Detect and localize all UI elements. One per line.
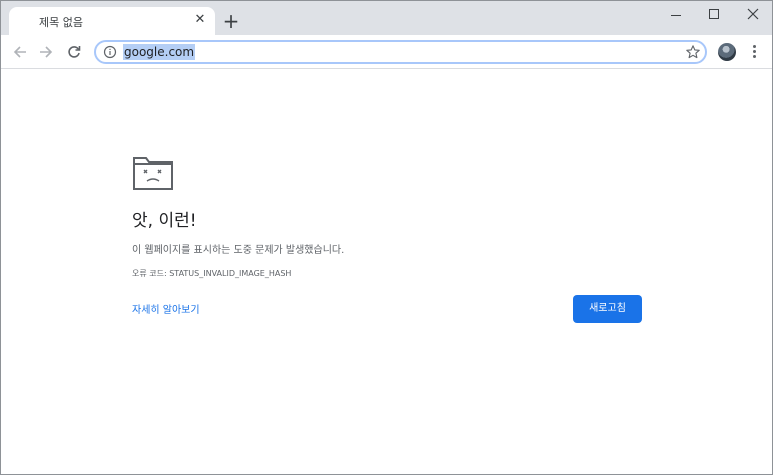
star-icon[interactable] (685, 44, 701, 60)
forward-button[interactable] (34, 40, 58, 64)
profile-avatar[interactable] (718, 43, 736, 61)
address-bar[interactable]: google.com (94, 40, 707, 64)
minimize-icon (671, 15, 681, 16)
close-window-button[interactable] (738, 4, 768, 26)
tab-title: 제목 없음 (39, 16, 83, 29)
error-code: 오류 코드: STATUS_INVALID_IMAGE_HASH (132, 269, 292, 278)
info-icon[interactable] (103, 45, 117, 59)
browser-window: 제목 없음 ✕ + google.com 앗, 이런! 이 웹페이지를 표시하는… (0, 0, 773, 475)
tab-strip: 제목 없음 ✕ + (1, 1, 772, 35)
url-text[interactable]: google.com (123, 44, 196, 60)
reload-icon (68, 46, 81, 58)
reload-page-button[interactable]: 새로고침 (573, 295, 642, 323)
kebab-menu-icon[interactable] (748, 44, 760, 60)
error-title: 앗, 이런! (132, 211, 197, 231)
reload-button[interactable] (62, 40, 86, 64)
tab-close-icon[interactable]: ✕ (192, 12, 208, 28)
close-icon (747, 8, 759, 20)
learn-more-link[interactable]: 자세히 알아보기 (132, 301, 200, 316)
toolbar: google.com (1, 35, 772, 69)
tab-untitled[interactable]: 제목 없음 ✕ (9, 7, 215, 35)
sad-folder-icon (133, 157, 173, 190)
back-button[interactable] (8, 40, 32, 64)
new-tab-button[interactable]: + (221, 11, 241, 32)
error-page: 앗, 이런! 이 웹페이지를 표시하는 도중 문제가 발생했습니다. 오류 코드… (1, 70, 772, 474)
maximize-icon (709, 9, 719, 19)
minimize-button[interactable] (661, 4, 691, 26)
maximize-button[interactable] (699, 4, 729, 26)
error-description: 이 웹페이지를 표시하는 도중 문제가 발생했습니다. (132, 245, 345, 256)
back-arrow-icon (13, 46, 26, 58)
forward-arrow-icon (40, 46, 53, 58)
